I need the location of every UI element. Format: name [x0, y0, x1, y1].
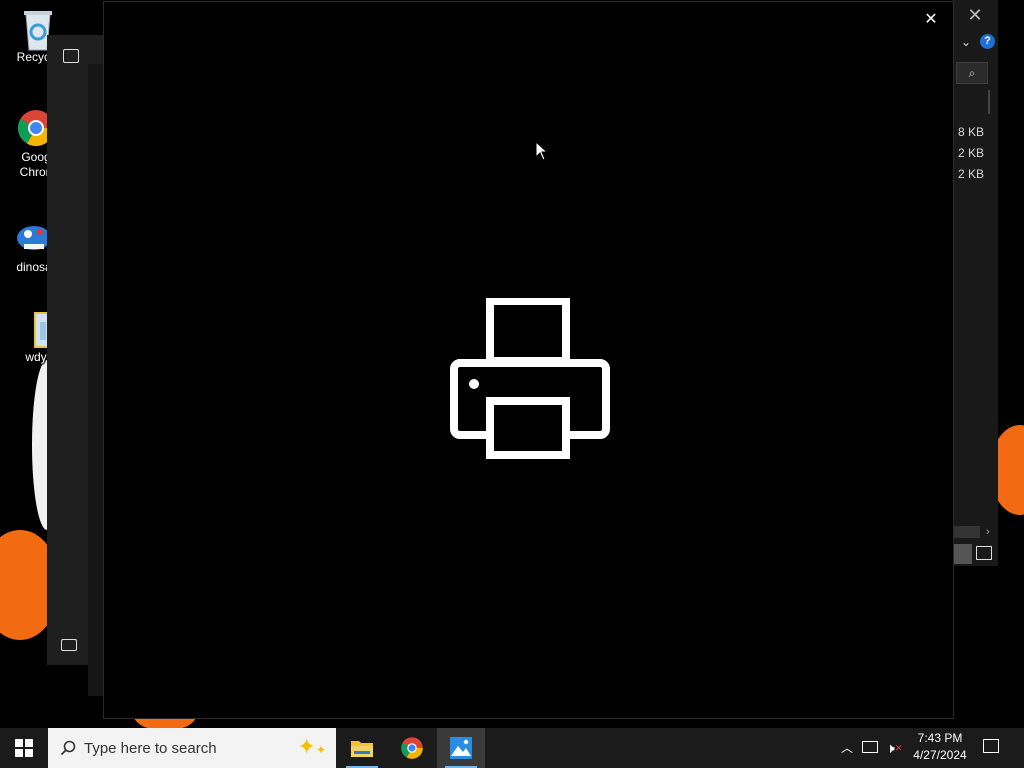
help-icon[interactable]: ? [980, 34, 995, 49]
close-icon[interactable]: ✕ [919, 8, 943, 32]
printer-icon [449, 297, 611, 465]
taskbar-photos[interactable] [437, 728, 485, 768]
horizontal-scrollbar[interactable] [952, 526, 980, 538]
taskbar-file-explorer[interactable] [338, 728, 386, 768]
show-hidden-icons-chevron-icon[interactable]: ︿ [838, 738, 856, 758]
file-size: 2 KB [957, 167, 984, 181]
close-icon[interactable]: ✕ [964, 4, 986, 26]
file-explorer-icon [351, 741, 373, 757]
sparkle-icon: ✦✦ [297, 733, 327, 759]
background-window-edge [88, 64, 104, 696]
mouse-cursor [535, 140, 549, 166]
background-explorer-window[interactable]: ✕ ⌄ ? ⌕ 8 KB 2 KB 2 KB › [952, 0, 998, 566]
clock-date: 4/27/2024 [913, 748, 967, 762]
chrome-icon [401, 737, 423, 759]
taskbar-search-box[interactable]: Type here to search ✦✦ [48, 728, 336, 768]
photo-viewer-window[interactable]: ✕ [103, 1, 954, 719]
large-icons-view-icon[interactable] [976, 546, 992, 560]
taskbar-chrome[interactable] [388, 728, 436, 768]
file-size: 8 KB [957, 125, 984, 139]
network-icon[interactable] [862, 741, 878, 753]
volume-muted-icon[interactable]: 🕨✕ [886, 738, 906, 758]
clock[interactable]: 7:43 PM 4/27/2024 [908, 730, 972, 764]
chevron-down-icon[interactable]: ⌄ [958, 34, 974, 50]
search-icon[interactable]: ⌕ [956, 62, 988, 84]
windows-logo-icon [15, 739, 33, 757]
details-view-icon[interactable] [952, 544, 972, 564]
notifications-icon[interactable] [983, 739, 999, 753]
clock-time: 7:43 PM [917, 731, 963, 745]
start-button[interactable] [0, 728, 48, 768]
image-icon[interactable] [63, 49, 79, 63]
filmstrip-icon[interactable] [61, 639, 77, 651]
taskbar: Type here to search ✦✦ ︿ 🕨✕ 7:43 PM 4/27… [0, 728, 1024, 768]
search-placeholder: Type here to search [84, 739, 217, 757]
scrollbar[interactable] [988, 90, 990, 114]
search-icon [60, 740, 76, 756]
file-size: 2 KB [957, 146, 984, 160]
chevron-right-icon[interactable]: › [986, 526, 990, 538]
photos-icon [450, 737, 472, 759]
